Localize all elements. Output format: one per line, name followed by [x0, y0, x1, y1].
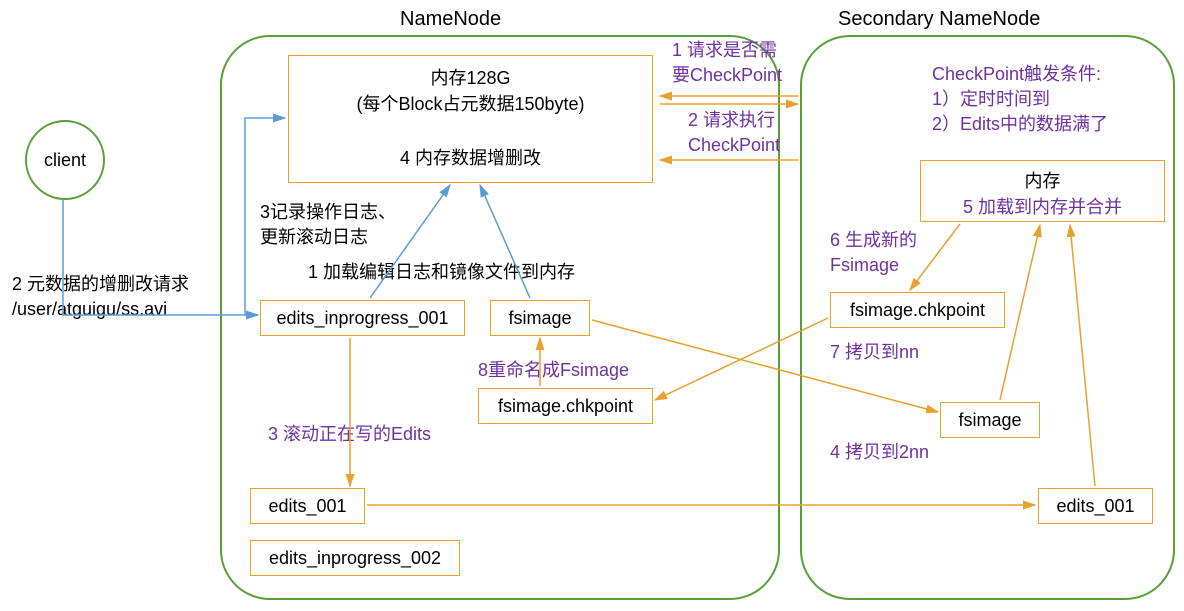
sec-fsimage-box: fsimage: [940, 402, 1040, 438]
memory-line2: (每个Block占元数据150byte): [295, 90, 646, 116]
exec-checkpoint-1: 2 请求执行: [688, 108, 780, 133]
copy-nn-label: 7 拷贝到nn: [830, 340, 919, 365]
trigger-1: 1）定时时间到: [932, 87, 1108, 112]
log-update-2: 更新滚动日志: [260, 225, 396, 250]
trigger-label: CheckPoint触发条件: 1）定时时间到 2）Edits中的数据满了: [932, 62, 1108, 138]
log-update-1: 3记录操作日志、: [260, 200, 396, 225]
client-label: client: [44, 150, 86, 171]
trigger-title: CheckPoint触发条件:: [932, 62, 1108, 87]
secondary-title: Secondary NameNode: [838, 8, 1040, 31]
namenode-title: NameNode: [400, 8, 501, 31]
fsimage-chkpoint-box: fsimage.chkpoint: [478, 388, 653, 424]
rename-label: 8重命名成Fsimage: [478, 358, 629, 383]
req-checkpoint-label: 1 请求是否需 要CheckPoint: [672, 38, 782, 88]
gen-fsimage-1: 6 生成新的: [830, 228, 917, 253]
exec-checkpoint-label: 2 请求执行 CheckPoint: [688, 108, 780, 158]
memory-box: 内存128G (每个Block占元数据150byte) 4 内存数据增删改: [288, 55, 653, 183]
fsimage-box: fsimage: [490, 300, 590, 336]
edits-inprogress-002-box: edits_inprogress_002: [250, 540, 460, 576]
roll-edits-label: 3 滚动正在写的Edits: [268, 422, 431, 447]
req-checkpoint-1: 1 请求是否需: [672, 38, 782, 63]
sec-edits-001-box: edits_001: [1038, 488, 1153, 524]
load-edits-label: 1 加载编辑日志和镜像文件到内存: [308, 260, 575, 285]
memory-line1: 内存128G: [295, 64, 646, 90]
meta-request-1: 2 元数据的增删改请求: [12, 272, 189, 297]
meta-request-2: /user/atguigu/ss.avi: [12, 297, 189, 322]
gen-fsimage-label: 6 生成新的 Fsimage: [830, 228, 917, 278]
edits-inprogress-001-box: edits_inprogress_001: [260, 300, 465, 336]
memory-line3: 4 内存数据增删改: [295, 144, 646, 170]
copy-2nn-label: 4 拷贝到2nn: [830, 440, 929, 465]
req-checkpoint-2: 要CheckPoint: [672, 63, 782, 88]
edits-001-box: edits_001: [250, 488, 365, 524]
gen-fsimage-2: Fsimage: [830, 253, 917, 278]
sec-fsimage-chkpoint-box: fsimage.chkpoint: [830, 292, 1005, 328]
sec-memory-box: 内存 5 加载到内存并合并: [920, 160, 1165, 222]
log-update-label: 3记录操作日志、 更新滚动日志: [260, 200, 396, 250]
exec-checkpoint-2: CheckPoint: [688, 133, 780, 158]
sec-memory-2: 5 加载到内存并合并: [927, 193, 1158, 219]
client-circle: client: [25, 120, 105, 200]
meta-request-label: 2 元数据的增删改请求 /user/atguigu/ss.avi: [12, 272, 189, 322]
trigger-2: 2）Edits中的数据满了: [932, 112, 1108, 137]
sec-memory-1: 内存: [927, 167, 1158, 193]
